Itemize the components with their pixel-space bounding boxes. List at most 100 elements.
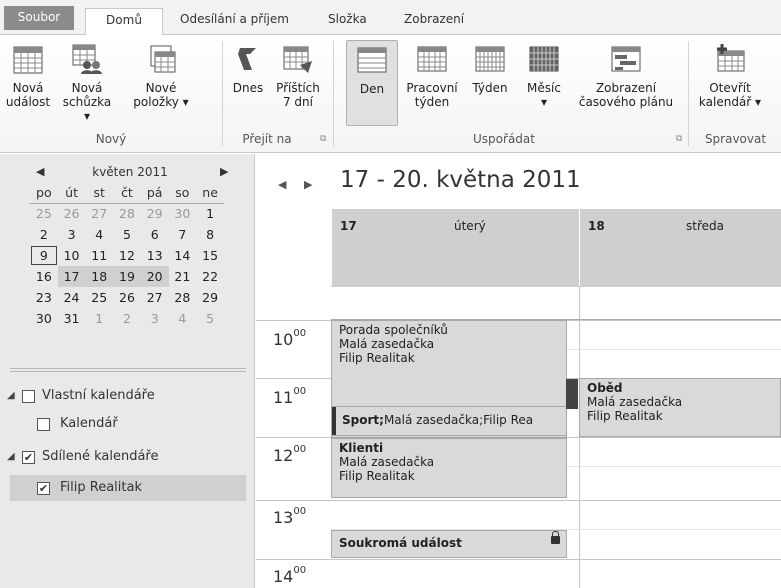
week-button[interactable]: Týden: [466, 43, 514, 95]
date-cell[interactable]: 29: [141, 203, 169, 224]
label: 7 dní: [282, 95, 313, 109]
busy-status-bar: [566, 379, 578, 409]
date-cell[interactable]: 28: [113, 203, 141, 224]
new-appointment-button[interactable]: Nová událost: [2, 43, 54, 109]
label: Příštích: [276, 81, 320, 95]
weekday-label: po: [30, 182, 58, 204]
today-button[interactable]: Dnes: [226, 43, 270, 95]
date-cell[interactable]: 12: [113, 245, 141, 266]
day-header-tuesday[interactable]: 17 úterý: [331, 209, 579, 286]
date-cell[interactable]: 22: [196, 266, 224, 287]
prev-month-arrow-icon[interactable]: ◀: [36, 162, 44, 182]
appointment-private[interactable]: Soukromá událost: [331, 530, 567, 558]
next-period-arrow-icon[interactable]: ▶: [304, 178, 312, 191]
label: ▾: [540, 95, 548, 109]
date-cell[interactable]: 11: [85, 245, 113, 266]
new-meeting-button[interactable]: Nová schůzka ▾: [58, 43, 116, 123]
date-cell[interactable]: 28: [169, 287, 197, 308]
date-cell[interactable]: 5: [113, 224, 141, 245]
date-cell[interactable]: 2: [30, 224, 58, 245]
schedule-view-button[interactable]: Zobrazení časového plánu: [574, 43, 678, 109]
navigation-pane: ◀ květen 2011 ▶ ‹ po út st čt pá so ne 2…: [0, 154, 270, 588]
appointment-location: Malá zasedačka: [339, 337, 435, 351]
date-cell[interactable]: 3: [58, 224, 86, 245]
appointment-klienti[interactable]: Klienti Malá zasedačka Filip Realitak: [331, 438, 567, 498]
date-cell[interactable]: 31: [58, 308, 86, 329]
month-button[interactable]: Měsíc ▾: [520, 43, 568, 109]
day-number: 18: [588, 219, 605, 233]
date-cell-today[interactable]: 9: [30, 245, 58, 266]
date-cell[interactable]: 4: [169, 308, 197, 329]
tab-send-receive[interactable]: Odesílání a příjem: [172, 8, 297, 35]
next-7-days-button[interactable]: Příštích 7 dní: [272, 43, 324, 109]
date-cell[interactable]: 25: [30, 203, 58, 224]
tree-group-my-calendars[interactable]: ◢ Vlastní kalendáře: [0, 383, 255, 409]
checkbox-unchecked[interactable]: [22, 390, 35, 403]
day-view-button[interactable]: Den: [346, 40, 398, 126]
date-cell[interactable]: 16: [30, 266, 58, 287]
date-cell[interactable]: 5: [196, 308, 224, 329]
date-cell[interactable]: 1: [85, 308, 113, 329]
date-cell[interactable]: 13: [141, 245, 169, 266]
date-cell[interactable]: 7: [169, 224, 197, 245]
date-cell[interactable]: 25: [85, 287, 113, 308]
tab-folder[interactable]: Složka: [320, 8, 375, 35]
checkbox-checked[interactable]: ✔: [22, 451, 35, 464]
dialog-launcher-icon[interactable]: ⧉: [320, 134, 326, 144]
date-cell[interactable]: 2: [113, 308, 141, 329]
hour-label: 1200: [273, 444, 307, 465]
date-cell[interactable]: 23: [30, 287, 58, 308]
all-day-area[interactable]: [331, 286, 781, 320]
date-cell[interactable]: 29: [196, 287, 224, 308]
appointment-sport[interactable]: Sport;Malá zasedačka;Filip Rea: [331, 406, 567, 436]
date-cell[interactable]: 26: [58, 203, 86, 224]
new-items-button[interactable]: Nové položky ▾: [120, 43, 202, 109]
date-cell[interactable]: 15: [196, 245, 224, 266]
work-week-button[interactable]: Pracovní týden: [402, 43, 462, 109]
expand-triangle-icon[interactable]: ◢: [7, 383, 15, 409]
date-cell[interactable]: 14: [169, 245, 197, 266]
month-icon: [529, 46, 559, 72]
weekday-label: so: [168, 182, 197, 204]
checkbox-unchecked[interactable]: [37, 418, 50, 431]
day-header-wednesday[interactable]: 18 středa: [579, 209, 781, 286]
appointment-title: Porada společníků: [339, 323, 448, 337]
expand-triangle-icon[interactable]: ◢: [7, 444, 15, 470]
dialog-launcher-icon[interactable]: ⧉: [676, 134, 682, 144]
date-cell[interactable]: 4: [85, 224, 113, 245]
date-cell-selected[interactable]: 20: [140, 266, 169, 287]
tab-home[interactable]: Domů: [85, 8, 163, 36]
date-cell[interactable]: 30: [30, 308, 58, 329]
date-cell[interactable]: 6: [141, 224, 169, 245]
date-cell[interactable]: 10: [58, 245, 86, 266]
date-cell[interactable]: 27: [85, 203, 113, 224]
checkbox-checked[interactable]: ✔: [37, 482, 50, 495]
tab-view[interactable]: Zobrazení: [396, 8, 472, 35]
tree-group-shared-calendars[interactable]: ◢ ✔ Sdílené kalendáře: [0, 444, 255, 470]
tree-item-filip-realitak[interactable]: ✔ Filip Realitak: [10, 475, 246, 501]
date-cell[interactable]: 27: [141, 287, 169, 308]
date-cell-selected[interactable]: 19: [113, 266, 141, 287]
date-cell[interactable]: 8: [196, 224, 224, 245]
weekday-label: pá: [140, 182, 169, 204]
tab-file[interactable]: Soubor: [4, 6, 74, 30]
date-cell-selected[interactable]: 18: [85, 266, 114, 287]
date-cell[interactable]: 21: [169, 266, 197, 287]
date-cell[interactable]: 3: [141, 308, 169, 329]
date-cell-selected[interactable]: 17: [57, 266, 86, 287]
date-cell[interactable]: 1: [196, 203, 224, 224]
next-month-arrow-icon[interactable]: ▶: [220, 162, 228, 182]
date-cell[interactable]: 26: [113, 287, 141, 308]
appointment-obed[interactable]: Oběd Malá zasedačka Filip Realitak: [566, 378, 781, 437]
prev-period-arrow-icon[interactable]: ◀: [278, 178, 286, 191]
label: Nová: [71, 81, 103, 95]
hour-line: [256, 559, 781, 560]
label: časového plánu: [578, 95, 674, 109]
date-cell[interactable]: 30: [169, 203, 197, 224]
tree-item-calendar[interactable]: Kalendář: [0, 411, 255, 437]
date-cell[interactable]: 24: [58, 287, 86, 308]
appointment-organizer: Filip Realitak: [587, 409, 663, 423]
pane-splitter[interactable]: [10, 368, 246, 372]
week-icon: [475, 46, 505, 72]
open-calendar-button[interactable]: Otevřít kalendář ▾: [692, 43, 768, 109]
